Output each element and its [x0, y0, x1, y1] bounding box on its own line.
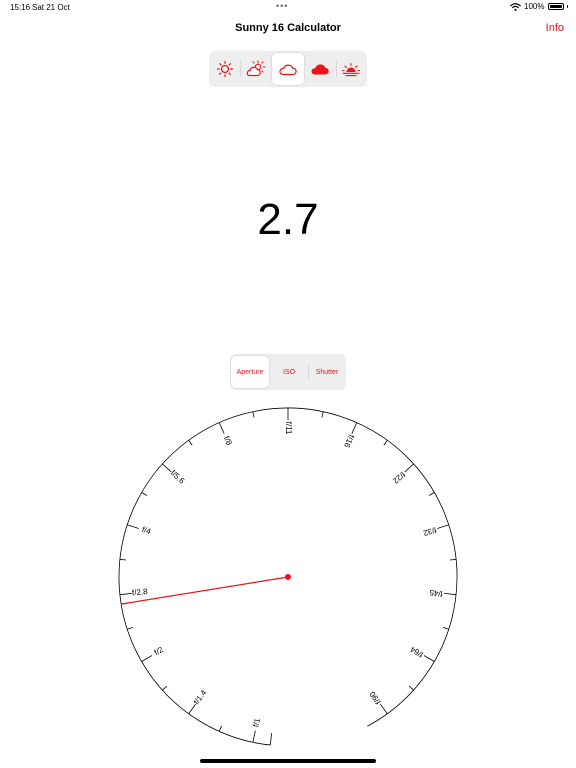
dial-minor-tick: [321, 411, 324, 418]
dial-major-tick: [127, 524, 139, 529]
aperture-dial[interactable]: f/1 f/1.4 f/2 f/2.8 f/4 f/5.6 f/8 f/11 f/16 f/22 f…: [0, 0, 576, 768]
dial-minor-tick: [252, 411, 255, 418]
dial-label: f/64: [408, 644, 425, 659]
dial-label: f/45: [428, 588, 443, 598]
dial-major-tick: [404, 463, 414, 473]
dial-major-tick: [141, 655, 153, 662]
dial-minor-tick: [450, 558, 457, 561]
dial-minor-tick: [127, 626, 134, 630]
dial-minor-tick: [162, 685, 168, 691]
dial-minor-tick: [218, 725, 223, 732]
home-indicator[interactable]: [200, 759, 376, 763]
dial-label: f/90: [367, 689, 382, 706]
dial-label: f/16: [342, 433, 356, 449]
dial-minor-tick: [188, 440, 193, 446]
dial-major-tick: [444, 593, 457, 596]
dial-major-tick: [379, 703, 388, 714]
dial-label: f/1: [251, 717, 262, 728]
dial-major-tick: [119, 593, 132, 596]
dial-major-tick: [351, 422, 358, 434]
dial-major-tick: [252, 730, 256, 743]
dial-minor-tick: [141, 492, 148, 496]
dial-major-tick: [423, 655, 435, 662]
dial-label: f/32: [422, 525, 438, 538]
dial-minor-tick: [408, 685, 414, 691]
dial-label: f/2.8: [132, 587, 149, 598]
dial-minor-tick: [442, 626, 449, 630]
dial-minor-tick: [428, 492, 435, 496]
dial-major-tick: [162, 463, 172, 473]
dial-hub: [285, 574, 291, 580]
dial-major-tick: [218, 422, 225, 434]
dial-label: f/2: [153, 645, 166, 658]
dial-label: f/22: [391, 470, 407, 486]
dial-major-tick: [437, 524, 449, 529]
dial-minor-tick: [383, 440, 388, 446]
dial-major-tick: [188, 703, 197, 714]
dial-label: f/11: [284, 422, 293, 435]
dial-label: f/8: [222, 435, 234, 447]
dial-label: f/1.4: [192, 688, 209, 706]
dial-start-mark: [269, 733, 272, 746]
dial-label: f/5.6: [169, 468, 187, 485]
dial-minor-tick: [119, 558, 126, 561]
dial-label: f/4: [141, 525, 153, 536]
